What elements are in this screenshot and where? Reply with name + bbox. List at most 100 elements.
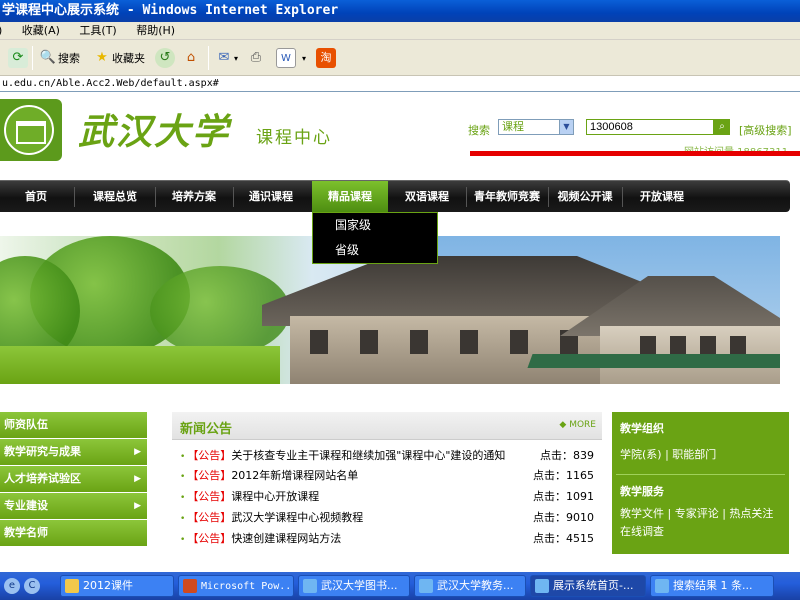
news-title: 新闻公告 (180, 422, 233, 437)
nav-general-courses[interactable]: 通识课程 (234, 181, 308, 213)
news-hits: 点击：839 (540, 449, 594, 462)
ie-quicklaunch-icon[interactable]: e (4, 578, 20, 594)
news-item[interactable]: • 【公告】武汉大学课程中心视频教程 点击：9010 (180, 508, 594, 528)
nav-quality-courses[interactable]: 精品课程 (312, 181, 388, 213)
bullet-icon: • (180, 452, 186, 462)
sidebar-item-label: 人才培养试验区 (4, 472, 81, 485)
chevron-down-icon[interactable]: ▼ (559, 120, 573, 134)
online-survey-link[interactable]: 在线调查 (612, 523, 789, 541)
sidebar-item-major-building[interactable]: 专业建设 ▶ (0, 493, 147, 520)
task-label: 搜索结果 1 条... (673, 579, 753, 592)
sidebar-item-talent-zone[interactable]: 人才培养试验区 ▶ (0, 466, 147, 493)
teaching-org-title: 教学组织 (620, 422, 664, 435)
news-item[interactable]: • 【公告】课程中心开放课程 点击：1091 (180, 487, 594, 507)
mail-icon[interactable]: ✉ (214, 48, 234, 68)
nav-course-overview[interactable]: 课程总览 (76, 181, 154, 213)
ie-icon (303, 579, 317, 593)
news-item[interactable]: • 【公告】关于核查专业主干课程和继续加强"课程中心"建设的通知 点击：839 (180, 446, 594, 466)
taskbar-academic-affairs[interactable]: 武汉大学教务... (414, 575, 526, 597)
refresh-icon[interactable]: ⟳ (8, 48, 28, 68)
sidebar-item-famous-teachers[interactable]: 教学名师 (0, 520, 147, 547)
taskbar-course-center[interactable]: 展示系统首页-... (530, 575, 646, 597)
menu-help[interactable]: 帮助(H) (136, 22, 175, 40)
news-hits: 点击：9010 (533, 511, 594, 524)
search-scope-select[interactable]: 课程 ▼ (498, 119, 574, 135)
favorites-button[interactable]: ★ 收藏夹 (92, 46, 145, 70)
teaching-service-title: 教学服务 (620, 485, 664, 498)
address-url[interactable]: u.edu.cn/Able.Acc2.Web/default.aspx# (2, 78, 219, 89)
nav-young-teacher-contest[interactable]: 青年教师竞赛 (468, 181, 546, 213)
window-title-bar: 学课程中心展示系统 - Windows Internet Explorer (0, 0, 800, 22)
news-text[interactable]: 课程中心开放课程 (231, 490, 319, 503)
print-icon[interactable]: ⎙ (246, 48, 266, 68)
taskbar-search-results[interactable]: 搜索结果 1 条... (650, 575, 774, 597)
main-nav: 首页 课程总览 培养方案 通识课程 精品课程 双语课程 青年教师竞赛 视频公开课… (0, 180, 790, 213)
browser-toolbar: ⟳ 🔍 搜索 ★ 收藏夹 ↺ ⌂ ✉ ▾ ⎙ W ▾ 淘 (0, 40, 800, 76)
news-text[interactable]: 关于核查专业主干课程和继续加强"课程中心"建设的通知 (231, 449, 505, 462)
search-input[interactable]: 1300608 (586, 119, 714, 135)
bullet-icon: • (180, 472, 186, 482)
nav-open-courses[interactable]: 开放课程 (624, 181, 700, 213)
news-tag: 【公告】 (187, 449, 232, 462)
powerpoint-icon (183, 579, 197, 593)
task-label: 武汉大学教务... (437, 579, 514, 592)
taskbar-powerpoint[interactable]: Microsoft Pow... (178, 575, 294, 597)
sidebar-item-teaching-research[interactable]: 教学研究与成果 ▶ (0, 439, 147, 466)
edit-icon[interactable]: W (276, 48, 296, 68)
dropdown-item-provincial[interactable]: 省级 (313, 238, 437, 263)
news-tag: 【公告】 (187, 469, 232, 482)
quick-launch: e C (0, 576, 40, 596)
menu-view[interactable]: ) (0, 22, 2, 40)
news-item[interactable]: • 【公告】快速创建课程网站方法 点击：4515 (180, 529, 594, 549)
ie-icon (419, 579, 433, 593)
nav-training-plan[interactable]: 培养方案 (156, 181, 232, 213)
news-hits: 点击：1165 (533, 469, 594, 482)
bullet-icon: • (180, 514, 186, 524)
nav-home[interactable]: 首页 (0, 181, 72, 213)
teaching-service-links[interactable]: 教学文件 | 专家评论 | 热点关注 (612, 499, 789, 523)
sidebar-item-faculty[interactable]: 师资队伍 (0, 412, 147, 439)
search-button[interactable]: 🔍 搜索 (38, 46, 80, 70)
news-text[interactable]: 2012年新增课程网站名单 (231, 469, 358, 482)
news-text[interactable]: 武汉大学课程中心视频教程 (231, 511, 363, 524)
site-name: 课程中心 (256, 128, 332, 148)
advanced-search-link[interactable]: [高级搜索] (739, 122, 792, 138)
chevron-right-icon: ▶ (134, 447, 141, 457)
nav-bilingual-courses[interactable]: 双语课程 (390, 181, 464, 213)
address-bar[interactable]: u.edu.cn/Able.Acc2.Web/default.aspx# (0, 76, 800, 92)
task-label: Microsoft Pow... (201, 581, 294, 592)
history-icon[interactable]: ↺ (155, 48, 175, 68)
search-button-label: 搜索 (58, 52, 80, 65)
home-icon[interactable]: ⌂ (181, 48, 201, 68)
more-label: MORE (569, 420, 596, 430)
chevron-right-icon: ▶ (134, 501, 141, 511)
ie-icon (655, 579, 669, 593)
news-item[interactable]: • 【公告】2012年新增课程网站名单 点击：1165 (180, 466, 594, 486)
star-icon: ★ (96, 50, 108, 65)
news-tag: 【公告】 (187, 490, 232, 503)
university-seal-logo[interactable] (0, 99, 62, 161)
bullet-icon: • (180, 535, 186, 545)
news-panel: 新闻公告 ◆ MORE • 【公告】关于核查专业主干课程和继续加强"课程中心"建设… (172, 412, 602, 554)
sidebar-item-label: 师资队伍 (4, 418, 48, 431)
news-tag: 【公告】 (187, 532, 232, 545)
news-more-link[interactable]: ◆ MORE (559, 420, 596, 430)
dropdown-item-national[interactable]: 国家级 (313, 213, 437, 238)
quality-courses-dropdown: 国家级 省级 (312, 212, 438, 264)
chevron-right-icon: ▶ (134, 474, 141, 484)
teaching-org-links[interactable]: 学院(系) | 职能部门 (612, 436, 789, 464)
taskbar-folder-courseware[interactable]: 2012课件 (60, 575, 174, 597)
menu-favorites[interactable]: 收藏(A) (22, 22, 60, 40)
taskbar-library[interactable]: 武汉大学图书... (298, 575, 410, 597)
news-header: 新闻公告 ◆ MORE (172, 412, 602, 440)
taobao-icon[interactable]: 淘 (316, 48, 336, 68)
sidebar-item-label: 教学研究与成果 (4, 445, 81, 458)
browser-quicklaunch-icon[interactable]: C (24, 578, 40, 594)
nav-video-open-courses[interactable]: 视频公开课 (550, 181, 620, 213)
menu-tools[interactable]: 工具(T) (79, 22, 116, 40)
news-hits: 点击：1091 (533, 490, 594, 503)
news-text[interactable]: 快速创建课程网站方法 (231, 532, 341, 545)
menu-bar: ) 收藏(A) 工具(T) 帮助(H) (0, 22, 800, 40)
bullet-icon: • (180, 493, 186, 503)
search-submit-icon[interactable]: ⌕ (714, 119, 730, 135)
